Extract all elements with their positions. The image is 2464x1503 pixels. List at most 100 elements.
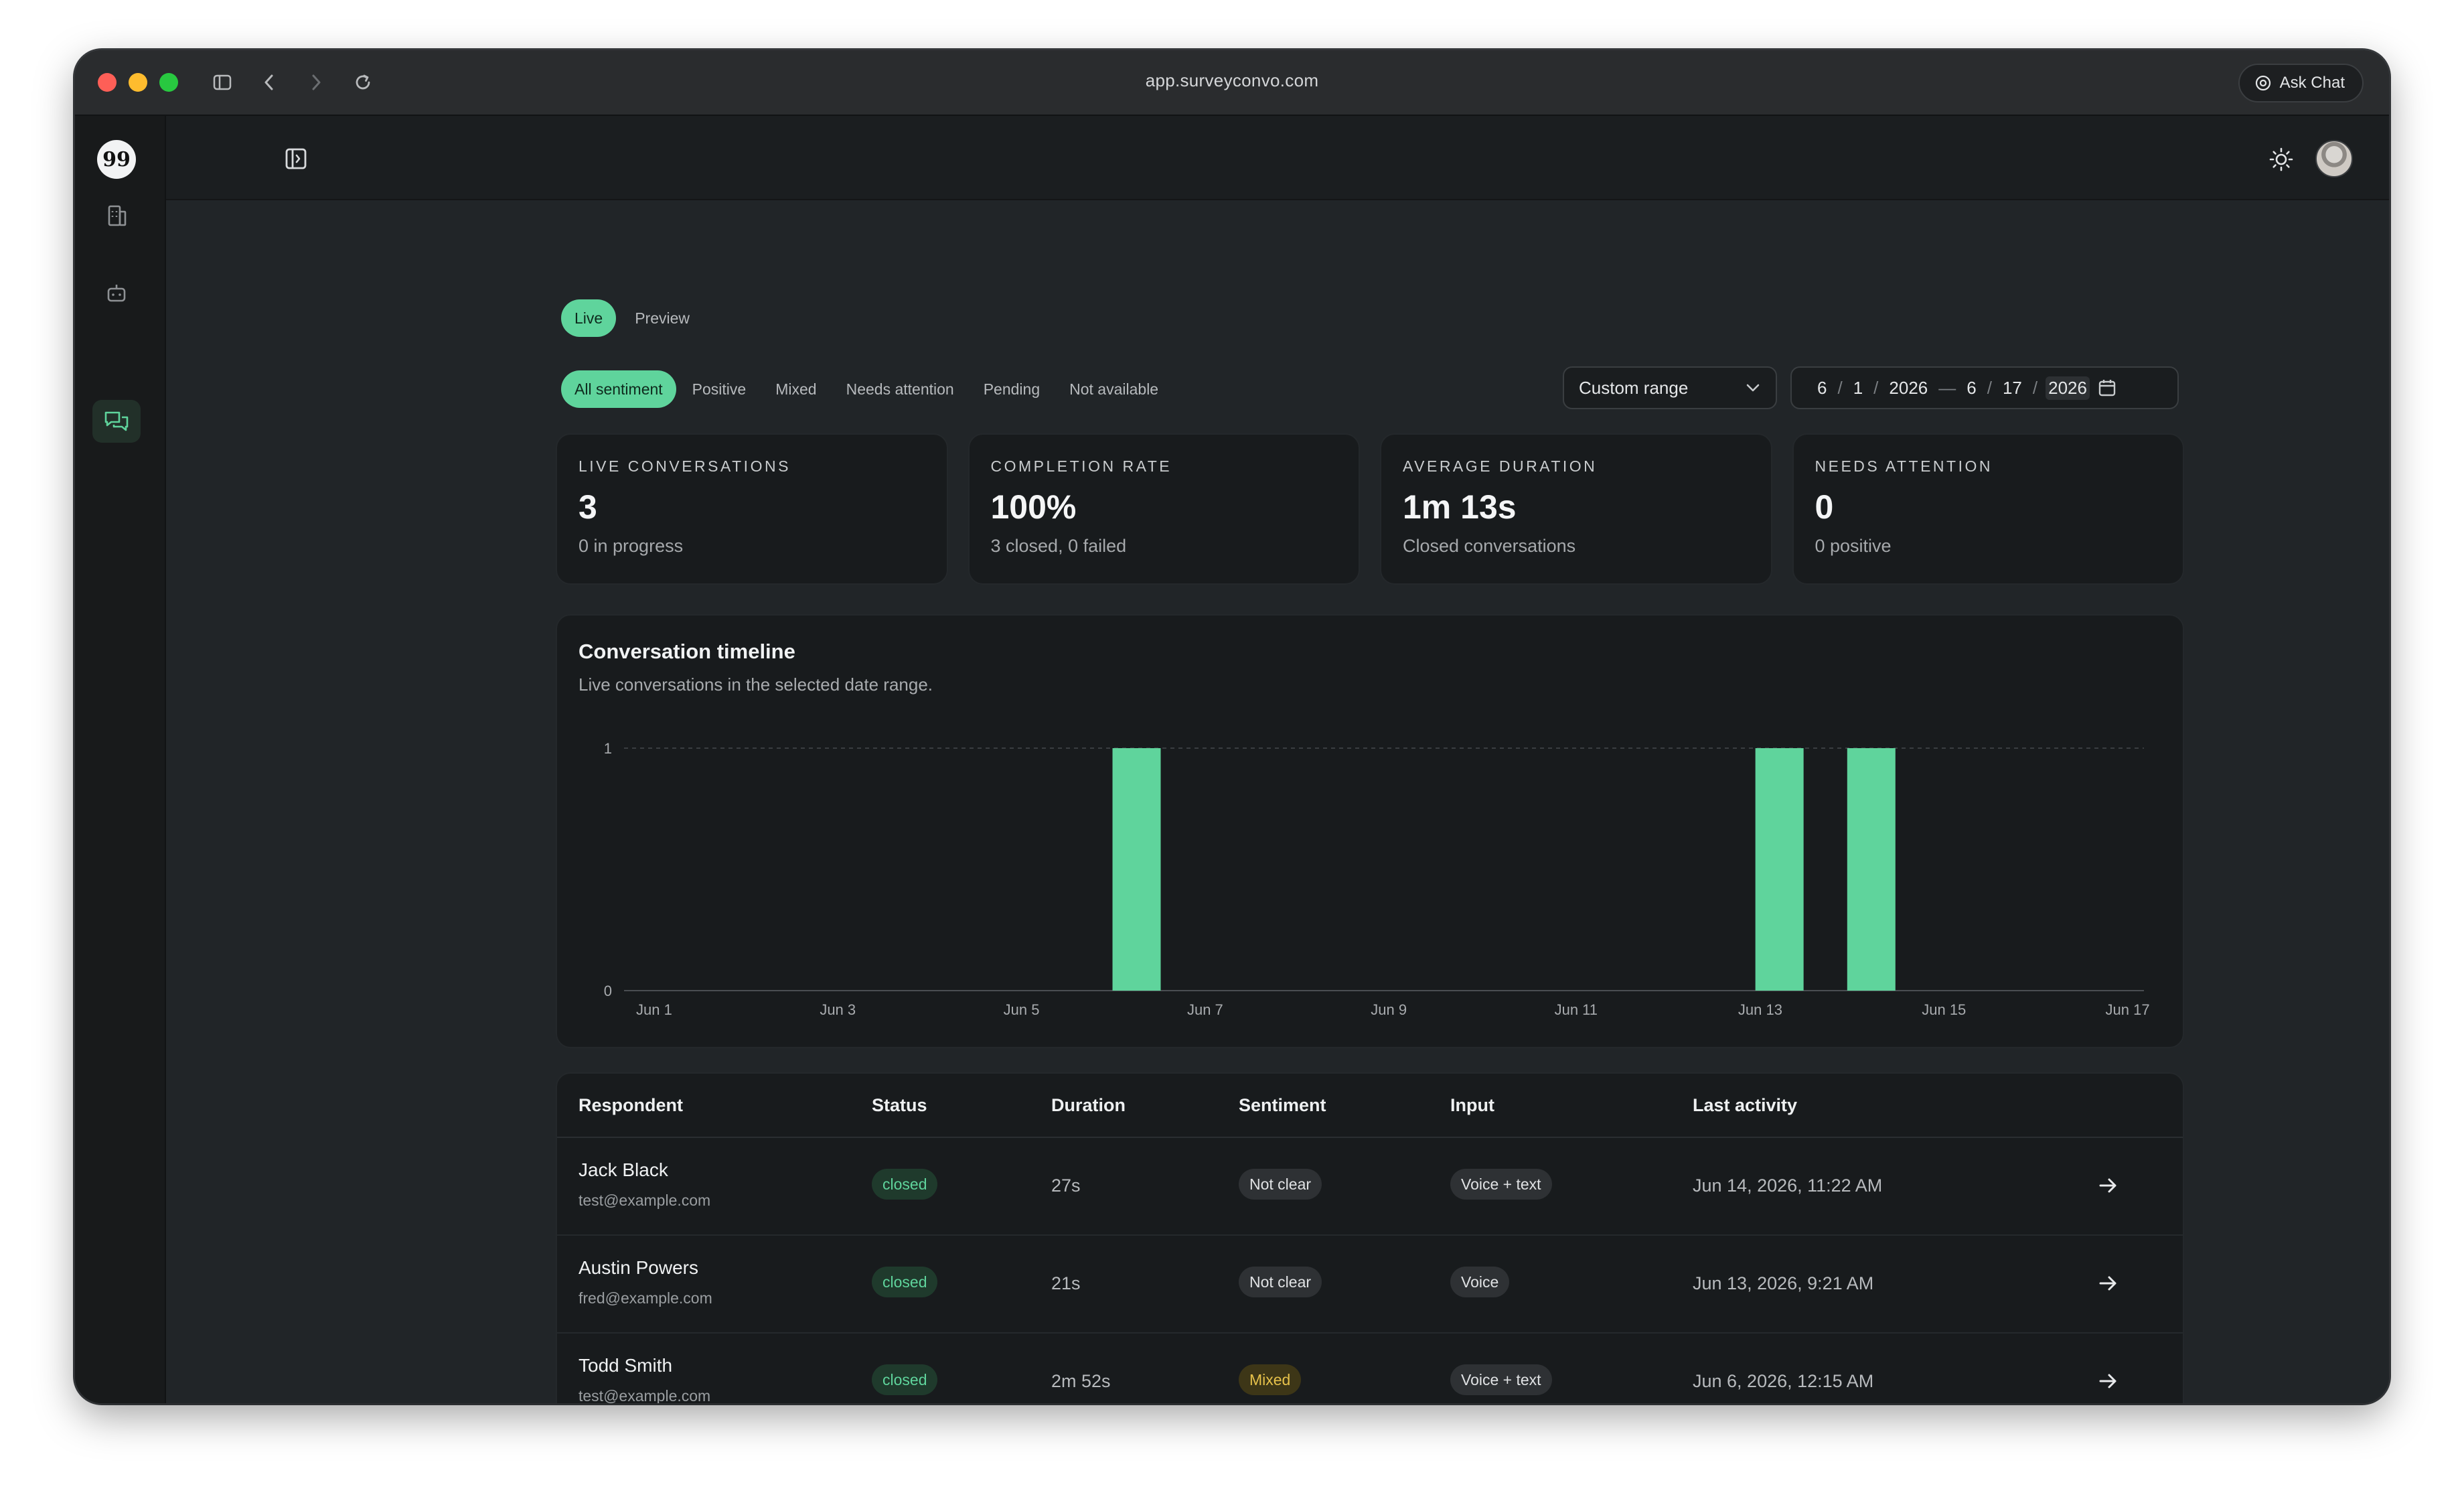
- kpi-label: COMPLETION RATE: [990, 457, 1172, 475]
- column-header-status[interactable]: Status: [872, 1095, 927, 1116]
- duration-value: 21s: [1051, 1273, 1081, 1293]
- x-tick-label: Jun 13: [1738, 1001, 1782, 1018]
- respondent-name: Austin Powers: [579, 1257, 698, 1278]
- sentiment-badge: Mixed: [1239, 1364, 1302, 1395]
- kpi-cards: LIVE CONVERSATIONS 3 0 in progress COMPL…: [556, 433, 2184, 585]
- app-sidebar: 99: [75, 116, 166, 1403]
- last-activity-value: Jun 14, 2026, 11:22 AM: [1693, 1175, 1883, 1196]
- kpi-value: 3: [579, 488, 597, 526]
- theme-toggle-sun-icon[interactable]: [2267, 145, 2295, 173]
- input-badge: Voice + text: [1450, 1364, 1552, 1395]
- start-day[interactable]: 1: [1851, 376, 1865, 400]
- x-tick-label: Jun 9: [1371, 1001, 1407, 1018]
- x-tick-label: Jun 17: [2106, 1001, 2150, 1018]
- date-separator: /: [1987, 377, 1992, 398]
- bar-jun-14: [1847, 748, 1896, 991]
- input-badge: Voice: [1450, 1267, 1510, 1297]
- column-header-duration[interactable]: Duration: [1051, 1095, 1126, 1116]
- table-row[interactable]: Todd Smith test@example.com closed 2m 52…: [557, 1334, 2183, 1403]
- browser-window: app.surveyconvo.com Ask Chat 99 Live Pre…: [75, 50, 2389, 1403]
- kpi-label: LIVE CONVERSATIONS: [579, 457, 791, 475]
- sentiment-badge: Not clear: [1239, 1169, 1322, 1200]
- conversations-icon[interactable]: [92, 400, 141, 443]
- column-header-last-activity[interactable]: Last activity: [1693, 1095, 1797, 1116]
- duration-value: 2m 52s: [1051, 1371, 1111, 1391]
- date-separator: /: [2032, 377, 2038, 398]
- start-year[interactable]: 2026: [1886, 376, 1930, 400]
- table-row[interactable]: Austin Powers fred@example.com closed 21…: [557, 1236, 2183, 1334]
- tab-preview[interactable]: Preview: [621, 299, 703, 337]
- start-month[interactable]: 6: [1815, 376, 1829, 400]
- kpi-label: AVERAGE DURATION: [1403, 457, 1598, 475]
- ask-chat-label: Ask Chat: [2279, 74, 2345, 92]
- filter-all-sentiment[interactable]: All sentiment: [561, 370, 676, 408]
- last-activity-value: Jun 13, 2026, 9:21 AM: [1693, 1273, 1874, 1293]
- filter-needs-attention[interactable]: Needs attention: [833, 370, 968, 408]
- bar-jun-13: [1755, 748, 1804, 991]
- kpi-label: NEEDS ATTENTION: [1815, 457, 1993, 475]
- respondent-email: test@example.com: [579, 1192, 711, 1209]
- column-header-input[interactable]: Input: [1450, 1095, 1494, 1116]
- arrow-right-icon[interactable]: [2092, 1364, 2125, 1398]
- date-range-picker[interactable]: 6 / 1 / 2026 — 6 / 17 / 2026: [1790, 366, 2179, 409]
- x-tick-label: Jun 15: [1922, 1001, 1966, 1018]
- kpi-completion-rate: COMPLETION RATE 100% 3 closed, 0 failed: [968, 433, 1360, 585]
- x-tick-label: Jun 1: [636, 1001, 672, 1018]
- ask-chat-button[interactable]: Ask Chat: [2238, 64, 2364, 102]
- respondent-name: Jack Black: [579, 1159, 668, 1180]
- x-tick-label: Jun 5: [1004, 1001, 1040, 1018]
- y-tick-label: 1: [604, 740, 612, 757]
- sentiment-filter-tabs: All sentiment Positive Mixed Needs atten…: [561, 370, 1172, 408]
- column-header-respondent[interactable]: Respondent: [579, 1095, 683, 1116]
- bot-icon[interactable]: [100, 277, 133, 309]
- end-year[interactable]: 2026: [2046, 376, 2090, 400]
- conversation-timeline-card: Conversation timeline Live conversations…: [556, 614, 2184, 1048]
- table-header: Respondent Status Duration Sentiment Inp…: [557, 1074, 2183, 1138]
- app-topbar: [166, 116, 2389, 200]
- x-tick-label: Jun 11: [1555, 1001, 1598, 1018]
- date-separator: /: [1837, 377, 1843, 398]
- arrow-right-icon[interactable]: [2092, 1267, 2125, 1300]
- kpi-sub: Closed conversations: [1403, 536, 1576, 556]
- range-dash: —: [1938, 377, 1956, 398]
- column-header-sentiment[interactable]: Sentiment: [1239, 1095, 1326, 1116]
- main-content: Live Preview All sentiment Positive Mixe…: [166, 200, 2389, 1403]
- buildings-icon[interactable]: [100, 199, 133, 231]
- range-select[interactable]: Custom range: [1563, 366, 1777, 409]
- status-badge: closed: [872, 1169, 938, 1200]
- status-badge: closed: [872, 1267, 938, 1297]
- user-avatar[interactable]: [2315, 140, 2353, 177]
- tab-live[interactable]: Live: [561, 299, 617, 337]
- timeline-chart: 0 1 Jun 1 Jun 3 Jun 5 Jun 7 Jun 9 Jun 11 Jun 13 J…: [604, 740, 2150, 1018]
- filter-mixed[interactable]: Mixed: [762, 370, 830, 408]
- filter-pending[interactable]: Pending: [970, 370, 1053, 408]
- x-tick-label: Jun 7: [1187, 1001, 1223, 1018]
- kpi-value: 1m 13s: [1403, 488, 1517, 526]
- respondent-email: fred@example.com: [579, 1289, 712, 1307]
- end-month[interactable]: 6: [1964, 376, 1979, 400]
- end-day[interactable]: 17: [2000, 376, 2025, 400]
- duration-value: 27s: [1051, 1175, 1081, 1196]
- conversations-table: Respondent Status Duration Sentiment Inp…: [556, 1072, 2184, 1403]
- openai-icon: [2255, 75, 2270, 91]
- sidebar-toggle-icon[interactable]: [281, 144, 311, 173]
- input-badge: Voice + text: [1450, 1169, 1552, 1200]
- kpi-value: 100%: [990, 488, 1077, 526]
- browser-titlebar: app.surveyconvo.com Ask Chat: [75, 50, 2389, 116]
- kpi-sub: 3 closed, 0 failed: [990, 536, 1127, 556]
- arrow-right-icon[interactable]: [2092, 1169, 2125, 1202]
- kpi-sub: 0 in progress: [579, 536, 684, 556]
- table-row[interactable]: Jack Black test@example.com closed 27s N…: [557, 1138, 2183, 1236]
- kpi-sub: 0 positive: [1815, 536, 1892, 556]
- last-activity-value: Jun 6, 2026, 12:15 AM: [1693, 1371, 1874, 1391]
- respondent-name: Todd Smith: [579, 1355, 673, 1376]
- respondent-email: test@example.com: [579, 1387, 711, 1403]
- calendar-icon[interactable]: [2098, 378, 2116, 397]
- mode-tabs: Live Preview: [561, 299, 703, 337]
- app-logo[interactable]: 99: [97, 140, 136, 179]
- range-select-value: Custom range: [1579, 377, 1689, 398]
- sentiment-badge: Not clear: [1239, 1267, 1322, 1297]
- filter-positive[interactable]: Positive: [679, 370, 760, 408]
- address-bar[interactable]: app.surveyconvo.com: [75, 70, 2389, 91]
- filter-not-available[interactable]: Not available: [1056, 370, 1172, 408]
